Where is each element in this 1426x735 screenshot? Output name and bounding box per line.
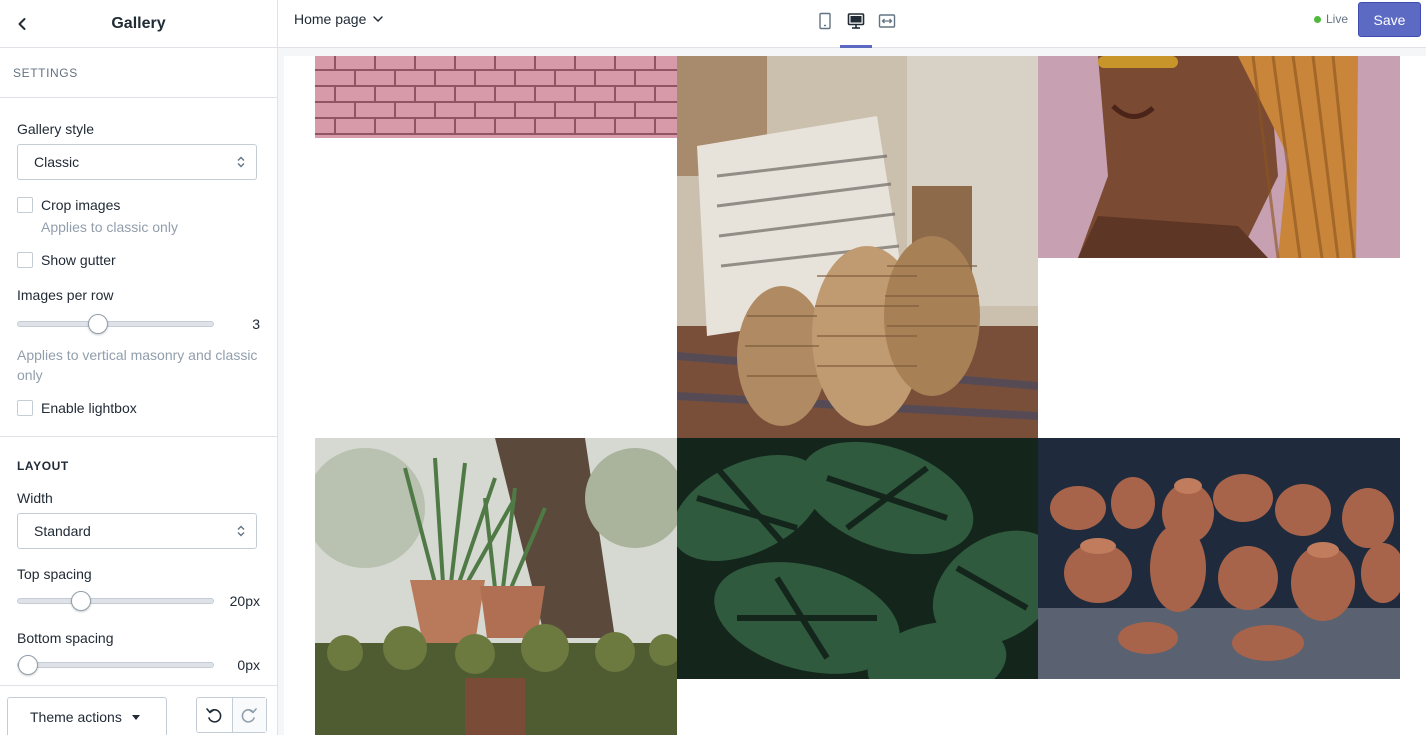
checkbox-box[interactable]	[17, 252, 33, 268]
width-value: Standard	[34, 523, 91, 539]
bottom-spacing-value: 0px	[237, 657, 260, 673]
storefront-preview	[284, 56, 1426, 735]
save-button[interactable]: Save	[1358, 2, 1421, 37]
gallery-image-clay-pottery[interactable]	[1038, 438, 1400, 679]
layout-panel: Width Standard Top spacing 20px Bottom s…	[0, 490, 277, 677]
slider-track[interactable]	[17, 314, 214, 334]
crop-images-checkbox[interactable]: Crop images	[17, 197, 260, 213]
section-title: Gallery	[111, 14, 166, 32]
top-spacing-label: Top spacing	[17, 566, 92, 582]
desktop-view-button[interactable]	[840, 8, 872, 48]
slider-thumb[interactable]	[88, 314, 108, 334]
images-per-row-help: Applies to vertical masonry and classic …	[17, 347, 258, 383]
desktop-view-icon	[847, 13, 865, 29]
gallery-image-monstera-leaves[interactable]	[677, 438, 1038, 679]
width-select[interactable]: Standard	[17, 513, 257, 549]
settings-panel: Gallery style Classic Crop images Applie…	[0, 121, 277, 416]
live-status-badge: Live	[1314, 12, 1348, 26]
images-per-row-slider[interactable]: 3	[17, 312, 260, 336]
width-label: Width	[17, 490, 53, 506]
checkbox-box[interactable]	[17, 197, 33, 213]
top-spacing-value: 20px	[229, 593, 260, 609]
slider-track[interactable]	[17, 655, 214, 675]
gallery-style-label: Gallery style	[17, 121, 95, 137]
select-arrows-icon	[237, 525, 245, 537]
bottom-spacing-label: Bottom spacing	[17, 630, 114, 646]
sidebar: Gallery SETTINGS Gallery style Classic C…	[0, 0, 278, 735]
gallery-style-value: Classic	[34, 154, 80, 170]
slider-track[interactable]	[17, 591, 214, 611]
crop-images-help: Applies to classic only	[41, 219, 178, 235]
top-bar: Home page Live Save	[278, 0, 1426, 48]
slider-thumb[interactable]	[18, 655, 38, 675]
redo-icon	[241, 708, 258, 723]
page-select[interactable]: Home page	[294, 11, 384, 27]
undo-icon	[206, 708, 222, 723]
undo-redo-group	[196, 697, 267, 733]
undo-button[interactable]	[197, 698, 232, 732]
sidebar-header: Gallery	[0, 0, 277, 48]
show-gutter-checkbox[interactable]: Show gutter	[17, 252, 260, 268]
theme-actions-label: Theme actions	[30, 709, 122, 725]
slider-thumb[interactable]	[70, 591, 91, 611]
chevron-down-icon	[373, 16, 384, 22]
checkbox-box[interactable]	[17, 400, 33, 416]
top-spacing-slider[interactable]: 20px	[17, 589, 260, 613]
bottom-spacing-slider[interactable]: 0px	[17, 653, 260, 677]
enable-lightbox-label: Enable lightbox	[41, 400, 137, 416]
settings-heading: SETTINGS	[0, 48, 277, 98]
gallery-image-potted-plants[interactable]	[315, 438, 677, 735]
live-status-text: Live	[1326, 12, 1349, 26]
layout-heading: LAYOUT	[0, 436, 277, 494]
gallery-image-woven-baskets[interactable]	[677, 56, 1038, 438]
chevron-left-icon	[18, 18, 26, 30]
redo-button[interactable]	[231, 698, 266, 732]
caret-down-icon	[131, 714, 140, 720]
images-per-row-value: 3	[252, 316, 260, 332]
sidebar-footer: Theme actions	[0, 685, 277, 735]
mobile-view-icon	[819, 12, 831, 30]
full-width-view-icon	[878, 14, 896, 28]
full-width-view-button[interactable]	[871, 8, 903, 48]
select-arrows-icon	[237, 156, 245, 168]
enable-lightbox-checkbox[interactable]: Enable lightbox	[17, 400, 260, 416]
show-gutter-label: Show gutter	[41, 252, 116, 268]
mobile-view-button[interactable]	[809, 8, 841, 48]
crop-images-label: Crop images	[41, 197, 121, 213]
images-per-row-label: Images per row	[17, 287, 114, 303]
live-status-dot	[1314, 15, 1321, 23]
gallery-style-select[interactable]: Classic	[17, 144, 257, 180]
theme-actions-button[interactable]: Theme actions	[7, 697, 167, 735]
page-select-value: Home page	[294, 11, 367, 27]
back-button[interactable]	[8, 10, 36, 38]
gallery-image-woman-braids[interactable]	[1038, 56, 1400, 258]
gallery-image-brick-wall[interactable]	[315, 56, 677, 138]
